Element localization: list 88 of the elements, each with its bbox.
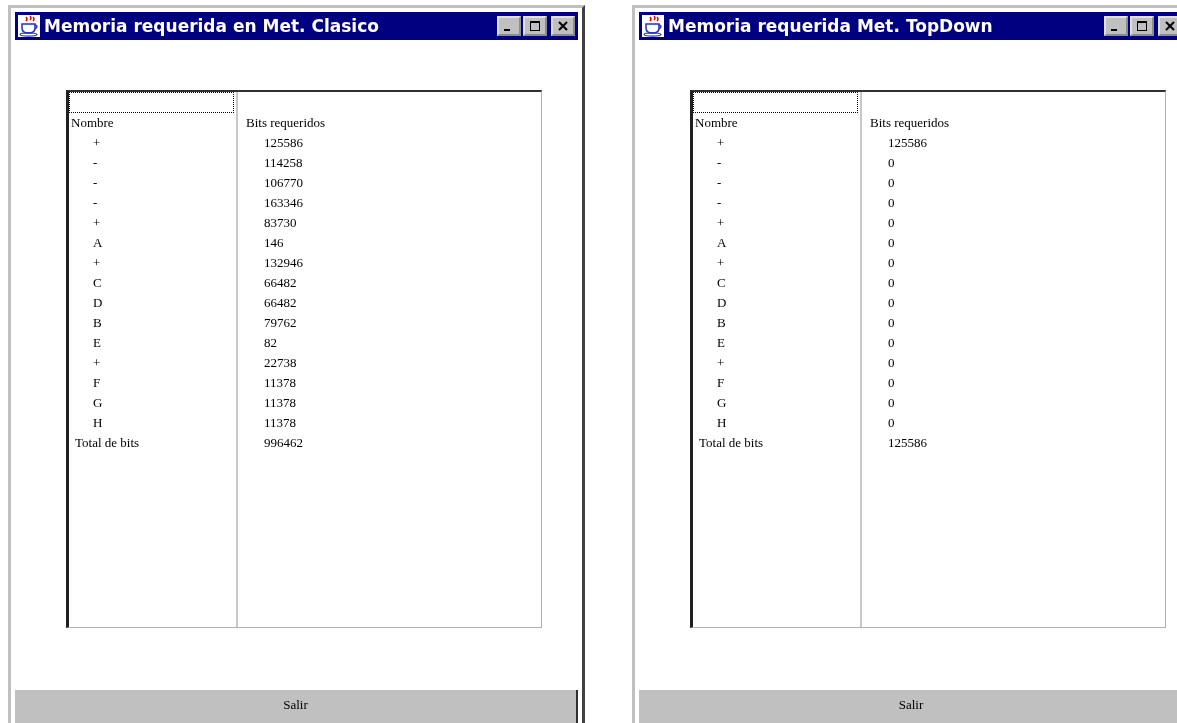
coffee-cup-icon (18, 15, 40, 37)
table-cell-text: 125586 (263, 134, 304, 152)
table-cell-text: 125586 (887, 434, 928, 452)
table-cell-text: C (716, 274, 727, 292)
maximize-icon (1136, 20, 1148, 32)
table-cell-text: 0 (887, 254, 896, 272)
table-cell-text: 83730 (263, 214, 298, 232)
table-cell-text: 0 (887, 334, 896, 352)
table-cell-text: D (92, 294, 104, 312)
table-cell-text: + (716, 134, 726, 152)
table-cell-text: 11378 (263, 414, 298, 432)
coffee-cup-icon (642, 15, 664, 37)
column-header: Nombre (694, 114, 739, 132)
table-cell-text: 0 (887, 174, 896, 192)
table-cell-text: A (716, 234, 728, 252)
column-header: Bits requeridos (245, 114, 327, 132)
table-cell-text: + (716, 214, 726, 232)
minimize-button[interactable] (1104, 16, 1128, 36)
table-cell-text: B (92, 314, 103, 332)
table-cell-text: - (92, 174, 99, 192)
close-button[interactable] (551, 16, 575, 36)
close-icon (1164, 20, 1176, 32)
table-cell-text: 66482 (263, 274, 298, 292)
maximize-icon (529, 20, 541, 32)
exit-button[interactable]: Salir (639, 690, 1177, 723)
table-cell-text: 11378 (263, 374, 298, 392)
focused-cell[interactable] (69, 92, 234, 113)
table-cell-text: 114258 (263, 154, 304, 172)
table-cell-text: 0 (887, 274, 896, 292)
table-cell-text: D (716, 294, 728, 312)
window-title: Memoria requerida Met. TopDown (668, 16, 994, 36)
minimize-icon (504, 29, 510, 31)
table-cell-text: G (92, 394, 104, 412)
table-cell-text: 0 (887, 294, 896, 312)
table-cell-text: B (716, 314, 727, 332)
table-cell-text: - (92, 194, 99, 212)
table-cell-text: C (92, 274, 103, 292)
table-cell-text: A (92, 234, 104, 252)
table-cell-text: F (716, 374, 726, 392)
focused-cell[interactable] (693, 92, 858, 113)
table-cell-text: 0 (887, 234, 896, 252)
table-cell-text: 0 (887, 374, 896, 392)
table-cell-text: + (92, 214, 102, 232)
table-cell-text: F (92, 374, 102, 392)
table-cell-text: + (716, 354, 726, 372)
table-cell-text: + (92, 254, 102, 272)
table-cell-text: - (716, 194, 723, 212)
table-cell-text: G (716, 394, 728, 412)
table-cell-text: - (92, 154, 99, 172)
table-cell-text: - (716, 154, 723, 172)
exit-button[interactable]: Salir (15, 690, 578, 723)
table-cell-text: 22738 (263, 354, 298, 372)
maximize-button[interactable] (1130, 16, 1154, 36)
table-cell-text: 0 (887, 414, 896, 432)
table-cell-text: H (716, 414, 728, 432)
table-cell-text: 0 (887, 354, 896, 372)
table-cell-text: - (716, 174, 723, 192)
table-cell-text: 996462 (263, 434, 304, 452)
table-cell-text: Total de bits (74, 434, 141, 452)
table-cell-text: E (92, 334, 102, 352)
table-cell-text: 0 (887, 154, 896, 172)
table-cell-text: 66482 (263, 294, 298, 312)
table-cell-text: 0 (887, 314, 896, 332)
column-header: Nombre (70, 114, 115, 132)
table-cell-text: 146 (263, 234, 285, 252)
table-cell-text: Total de bits (698, 434, 765, 452)
close-button[interactable] (1158, 16, 1177, 36)
table-cell-text: 132946 (263, 254, 304, 272)
table-cell-text: 106770 (263, 174, 304, 192)
table-cell-text: 125586 (887, 134, 928, 152)
column-header: Bits requeridos (869, 114, 951, 132)
table-cell-text: E (716, 334, 726, 352)
table-cell-text: H (92, 414, 104, 432)
table-cell-text: 0 (887, 214, 896, 232)
table-cell-text: + (716, 254, 726, 272)
minimize-icon (1111, 29, 1117, 31)
table-cell-text: 163346 (263, 194, 304, 212)
table-cell-text: 79762 (263, 314, 298, 332)
table-cell-text: 0 (887, 394, 896, 412)
table-cell-text: + (92, 354, 102, 372)
window-title: Memoria requerida en Met. Clasico (44, 16, 380, 36)
table-cell-text: 11378 (263, 394, 298, 412)
table-cell-text: 82 (263, 334, 278, 352)
minimize-button[interactable] (497, 16, 521, 36)
table-cell-text: + (92, 134, 102, 152)
table-cell-text: 0 (887, 194, 896, 212)
close-icon (557, 20, 569, 32)
maximize-button[interactable] (523, 16, 547, 36)
